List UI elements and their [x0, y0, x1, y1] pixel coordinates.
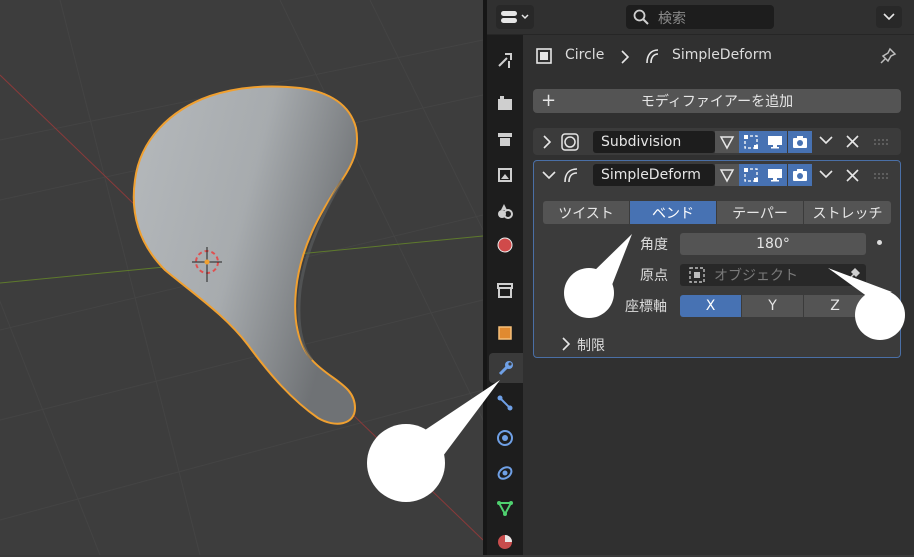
physics-icon	[497, 430, 513, 446]
add-modifier-label: モディファイアーを追加	[640, 94, 794, 110]
tab-world[interactable]	[487, 230, 523, 260]
origin-object-field[interactable]: オブジェクト	[680, 264, 866, 286]
edit-mode-icon	[744, 135, 758, 149]
mode-stretch-button[interactable]: ストレッチ	[804, 201, 891, 224]
modifier-name-field[interactable]: SimpleDeform	[593, 164, 715, 186]
tab-physics[interactable]	[487, 423, 523, 453]
monitor-icon	[768, 169, 782, 182]
modifier-name: SimpleDeform	[601, 167, 701, 183]
tab-constraints[interactable]	[487, 458, 523, 488]
collapse-chevron-icon[interactable]	[542, 171, 556, 181]
output-icon	[498, 133, 512, 146]
breadcrumb-object: Circle	[565, 47, 605, 63]
callout-circle	[564, 268, 614, 318]
viewport-toggle[interactable]	[763, 164, 787, 186]
pin-icon[interactable]	[879, 47, 897, 65]
vertex-triangle-icon	[719, 136, 735, 150]
properties-header: 検索	[487, 0, 914, 35]
viewport-toggle[interactable]	[763, 131, 787, 153]
mode-twist-button[interactable]: ツイスト	[543, 201, 629, 224]
render-toggle[interactable]	[788, 131, 812, 153]
options-dropdown-button[interactable]	[876, 6, 902, 28]
object-mesh-icon	[536, 48, 552, 64]
keyframe-dot-icon[interactable]	[877, 240, 882, 245]
chevron-down-icon[interactable]	[819, 170, 833, 180]
view-layer-icon	[498, 168, 512, 182]
edit-mode-toggle[interactable]	[739, 131, 763, 153]
properties-tab-bar	[487, 0, 523, 555]
wrench-icon	[498, 361, 513, 376]
angle-field[interactable]: 180°	[680, 233, 866, 255]
subdivision-icon	[561, 133, 579, 151]
simple-deform-icon	[646, 49, 659, 64]
mode-taper-button[interactable]: テーパー	[717, 201, 803, 224]
axis-y-button[interactable]: Y	[742, 295, 803, 317]
edit-mode-toggle[interactable]	[739, 164, 763, 186]
angle-label: 角度	[640, 237, 668, 253]
chevron-down-icon	[883, 13, 895, 21]
drag-handle-icon[interactable]	[873, 138, 889, 146]
object-icon	[498, 326, 512, 340]
particles-icon	[497, 395, 513, 411]
tab-data[interactable]	[487, 493, 523, 523]
drag-handle-icon[interactable]	[873, 172, 889, 180]
plus-icon: +	[541, 90, 557, 111]
monitor-icon	[768, 136, 782, 149]
chevron-right-icon	[621, 50, 630, 64]
modifier-panel-simple-deform: SimpleDeform ツイスト ベンド テーパー ストレッチ 角度 180°…	[533, 160, 901, 358]
search-placeholder: 検索	[658, 11, 686, 27]
editor-type-dropdown[interactable]	[496, 5, 534, 29]
edit-cage-toggle[interactable]	[715, 164, 739, 186]
object-icon	[689, 267, 705, 283]
tab-tool[interactable]	[487, 45, 523, 75]
callout-circle	[367, 424, 445, 502]
render-icon	[498, 96, 512, 110]
tab-object[interactable]	[487, 318, 523, 348]
restrictions-subpanel-header[interactable]: 制限	[577, 335, 605, 355]
collection-icon	[497, 283, 513, 298]
edit-mode-icon	[744, 168, 758, 182]
camera-icon	[793, 169, 807, 181]
modifier-panel-subdivision: Subdivision	[533, 128, 901, 155]
origin-placeholder: オブジェクト	[714, 268, 798, 284]
tab-particles[interactable]	[487, 388, 523, 418]
tab-view-layer[interactable]	[487, 160, 523, 190]
deformed-mesh-object	[132, 85, 358, 425]
tab-collection[interactable]	[487, 275, 523, 305]
tab-render[interactable]	[487, 88, 523, 118]
material-icon	[498, 535, 512, 549]
expand-chevron-icon[interactable]	[542, 135, 552, 149]
simple-deform-icon	[564, 168, 578, 183]
close-icon[interactable]	[846, 169, 859, 182]
axis-label: 座標軸	[625, 299, 667, 315]
modifier-name: Subdivision	[601, 134, 682, 150]
axis-x-button[interactable]: X	[680, 295, 741, 317]
add-modifier-button[interactable]: + モディファイアーを追加	[533, 89, 901, 113]
constraints-icon	[497, 466, 513, 480]
vertex-triangle-icon	[719, 169, 735, 183]
properties-editor-icon	[501, 11, 529, 23]
tab-scene[interactable]	[487, 196, 523, 226]
chevron-right-icon[interactable]	[561, 337, 571, 351]
eyedropper-icon[interactable]	[844, 267, 860, 283]
tool-icon	[498, 53, 512, 68]
tab-modifiers[interactable]	[489, 353, 523, 383]
edit-cage-toggle[interactable]	[715, 131, 739, 153]
camera-icon	[793, 136, 807, 148]
chevron-down-icon[interactable]	[819, 136, 833, 146]
breadcrumb-modifier: SimpleDeform	[672, 47, 772, 63]
search-icon	[633, 9, 649, 25]
mode-bend-button[interactable]: ベンド	[630, 201, 716, 224]
tab-output[interactable]	[487, 124, 523, 154]
scene-icon	[498, 204, 513, 219]
tab-material[interactable]	[487, 527, 523, 557]
search-field[interactable]: 検索	[626, 5, 774, 29]
callout-circle	[855, 290, 905, 340]
mesh-data-icon	[497, 501, 513, 517]
modifier-name-field[interactable]: Subdivision	[593, 131, 715, 153]
origin-label: 原点	[640, 268, 668, 284]
world-icon	[497, 237, 513, 253]
render-toggle[interactable]	[788, 164, 812, 186]
close-icon[interactable]	[846, 135, 859, 148]
